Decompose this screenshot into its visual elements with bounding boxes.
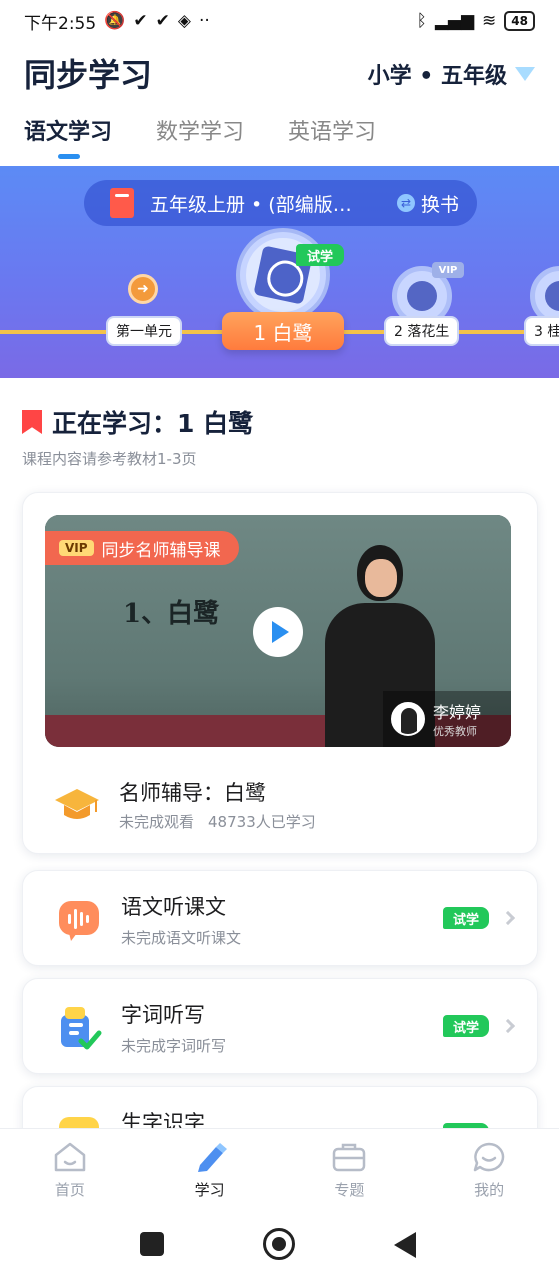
- book-icon: [110, 188, 134, 218]
- book-title: 五年级上册 • (部编版…: [150, 193, 352, 216]
- tab-chinese[interactable]: 语文学习: [24, 114, 112, 159]
- avatar: [391, 702, 425, 736]
- tab-english[interactable]: 英语学习: [288, 114, 376, 146]
- grade-selector[interactable]: 小学 • 五年级: [368, 58, 535, 90]
- check-icon: ✔: [133, 11, 148, 31]
- nav-home[interactable]: 首页: [0, 1129, 140, 1210]
- nav-label: 首页: [54, 1181, 85, 1199]
- current-lesson-subtitle: 课程内容请参考教材1-3页: [22, 450, 197, 468]
- nav-study[interactable]: 学习: [140, 1129, 280, 1210]
- lesson-icon: [407, 281, 437, 311]
- lesson-label-current[interactable]: 1 白鹭: [222, 312, 344, 350]
- recent-apps-button[interactable]: [140, 1232, 164, 1256]
- lesson-banner: 五年级上册 • (部编版… ⇄ 换书 ➜ 第一单元 试学 1 白鹭 VIP 2 …: [0, 166, 559, 378]
- swap-icon: ⇄: [396, 194, 415, 212]
- swap-label: 换书: [420, 193, 459, 216]
- nav-label: 学习: [194, 1181, 225, 1199]
- vip-chip: VIP: [59, 540, 94, 556]
- graduation-cap-icon: [55, 789, 99, 819]
- nav-label: 专题: [334, 1181, 365, 1199]
- bluetooth-icon: ᛒ: [416, 11, 427, 31]
- row-subtitle: 未完成字词听写: [121, 1037, 227, 1055]
- home-icon: [54, 1142, 86, 1172]
- briefcase-icon: [333, 1143, 366, 1172]
- course-status: 未完成观看 48733人已学习: [119, 813, 316, 831]
- course-title: 名师辅导：白鹭: [119, 781, 266, 805]
- trial-badge: 试学: [443, 1015, 489, 1037]
- dictation-icon: [61, 1007, 102, 1050]
- teacher-name: 李婷婷: [433, 703, 482, 722]
- current-lesson-title: 正在学习：1 白鹭: [52, 409, 254, 438]
- row-title: 字词听写: [121, 1003, 205, 1027]
- grade-label: 小学 • 五年级: [367, 64, 507, 89]
- unit-label[interactable]: 第一单元: [106, 316, 182, 346]
- list-item-dictation[interactable]: 字词听写 未完成字词听写 试学: [22, 978, 538, 1074]
- wifi-icon: ≋: [482, 11, 497, 31]
- chevron-right-icon: [500, 910, 516, 926]
- video-player[interactable]: 1、白鹭 VIP 同步名师辅导课 李婷婷 优秀教师: [45, 515, 511, 747]
- system-nav: [0, 1210, 559, 1280]
- subject-tabs: 语文学习 数学学习 英语学习: [24, 114, 376, 159]
- teacher-role: 优秀教师: [433, 725, 477, 738]
- chat-icon: [473, 1142, 505, 1172]
- tab-math[interactable]: 数学学习: [156, 114, 244, 146]
- teacher-badge: 李婷婷 优秀教师: [383, 691, 511, 747]
- row-subtitle: 未完成语文听课文: [121, 929, 242, 947]
- layers-icon: ◈: [177, 11, 191, 31]
- video-course-card[interactable]: 1、白鹭 VIP 同步名师辅导课 李婷婷 优秀教师 名师辅导：白鹭 未完成观看 4…: [22, 492, 538, 854]
- back-button[interactable]: [394, 1232, 416, 1258]
- nav-label: 我的: [474, 1181, 505, 1199]
- page-title: 同步学习: [24, 56, 153, 94]
- lesson-label-3[interactable]: 3 桂: [524, 316, 559, 346]
- lesson-icon: [545, 281, 559, 311]
- bottom-nav: 首页 学习 专题 我的: [0, 1128, 559, 1210]
- more-icon: ··: [198, 11, 210, 31]
- book-selector[interactable]: 五年级上册 • (部编版… ⇄ 换书: [84, 180, 477, 226]
- row-title: 语文听课文: [121, 895, 226, 919]
- chevron-down-icon: [515, 67, 535, 81]
- pencil-icon: [197, 1143, 227, 1172]
- trial-badge: 试学: [296, 244, 344, 266]
- battery-icon: 48: [504, 11, 535, 31]
- vip-tag: VIP: [432, 262, 464, 278]
- chevron-right-icon: [500, 1018, 516, 1034]
- home-button[interactable]: [263, 1228, 295, 1260]
- nav-topics[interactable]: 专题: [280, 1129, 420, 1210]
- unit-arrow-icon[interactable]: ➜: [128, 274, 158, 304]
- mute-icon: 🔕: [104, 11, 126, 31]
- vip-banner-text: 同步名师辅导课: [101, 540, 221, 561]
- status-bar: 下午2:55 🔕 ✔ ✔ ◈ ·· ᛒ ▂▄▆ ≋ 48: [0, 0, 559, 42]
- vip-course-banner: VIP 同步名师辅导课: [45, 531, 239, 565]
- lesson-label-2[interactable]: 2 落花生: [384, 316, 460, 346]
- bookmark-icon: [22, 410, 42, 434]
- list-item-listen-text[interactable]: 语文听课文 未完成语文听课文 试学: [22, 870, 538, 966]
- check-icon: ✔: [155, 11, 170, 31]
- audio-wave-icon: [59, 901, 99, 941]
- board-text: 1、白鹭: [123, 599, 220, 629]
- signal-icon: ▂▄▆: [434, 11, 475, 31]
- nav-mine[interactable]: 我的: [419, 1129, 559, 1210]
- swap-book-button[interactable]: ⇄ 换书: [396, 190, 459, 217]
- trial-badge: 试学: [443, 907, 489, 929]
- status-time: 下午2:55: [24, 13, 97, 34]
- current-lesson-header: 正在学习：1 白鹭: [22, 404, 253, 440]
- play-icon[interactable]: [253, 607, 303, 657]
